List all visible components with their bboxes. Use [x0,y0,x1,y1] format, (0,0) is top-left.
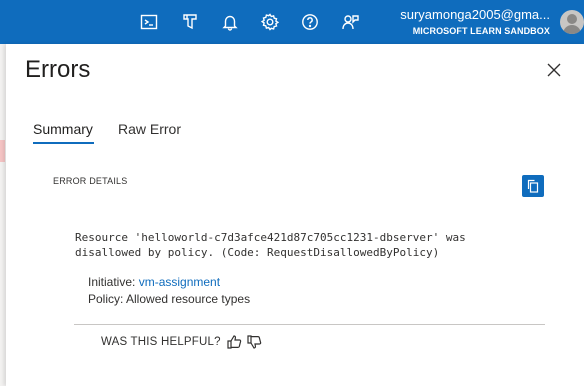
account-username: suryamonga2005@gma... [400,7,550,22]
help-icon[interactable] [298,10,322,34]
close-icon[interactable] [545,61,563,79]
tab-raw-error[interactable]: Raw Error [118,121,181,137]
initiative-label: Initiative: [88,275,139,289]
copy-button[interactable] [522,175,544,197]
thumbs-up-icon[interactable] [226,334,242,350]
initiative-link[interactable]: vm-assignment [139,275,220,289]
blade-title: Errors [25,56,91,83]
active-tab-indicator [33,142,94,144]
top-nav-bar: suryamonga2005@gma... MICROSOFT LEARN SA… [0,0,584,44]
initiative-row: Initiative: vm-assignment [88,275,220,289]
settings-icon[interactable] [258,10,282,34]
copy-icon [527,179,539,193]
policy-label: Policy: [88,292,127,306]
divider [74,324,545,325]
feedback-icon[interactable] [338,10,362,34]
policy-row: Policy: Allowed resource types [88,292,250,306]
error-message: Resource 'helloworld-c7d3afce421d87c705c… [75,231,466,259]
error-details-heading: ERROR DETAILS [53,176,128,186]
tab-summary[interactable]: Summary [33,121,93,137]
notifications-icon[interactable] [218,10,242,34]
errors-blade: Errors Summary Raw Error ERROR DETAILS R… [6,44,584,386]
policy-value: Allowed resource types [126,292,251,306]
account-info[interactable]: suryamonga2005@gma... MICROSOFT LEARN SA… [384,7,550,38]
helpful-prompt: WAS THIS HELPFUL? [101,336,221,348]
thumbs-down-icon[interactable] [246,334,262,350]
directory-filter-icon[interactable] [178,10,202,34]
cloud-shell-icon[interactable] [137,10,161,34]
account-tenant: MICROSOFT LEARN SANDBOX [412,26,550,36]
avatar[interactable] [560,10,584,34]
